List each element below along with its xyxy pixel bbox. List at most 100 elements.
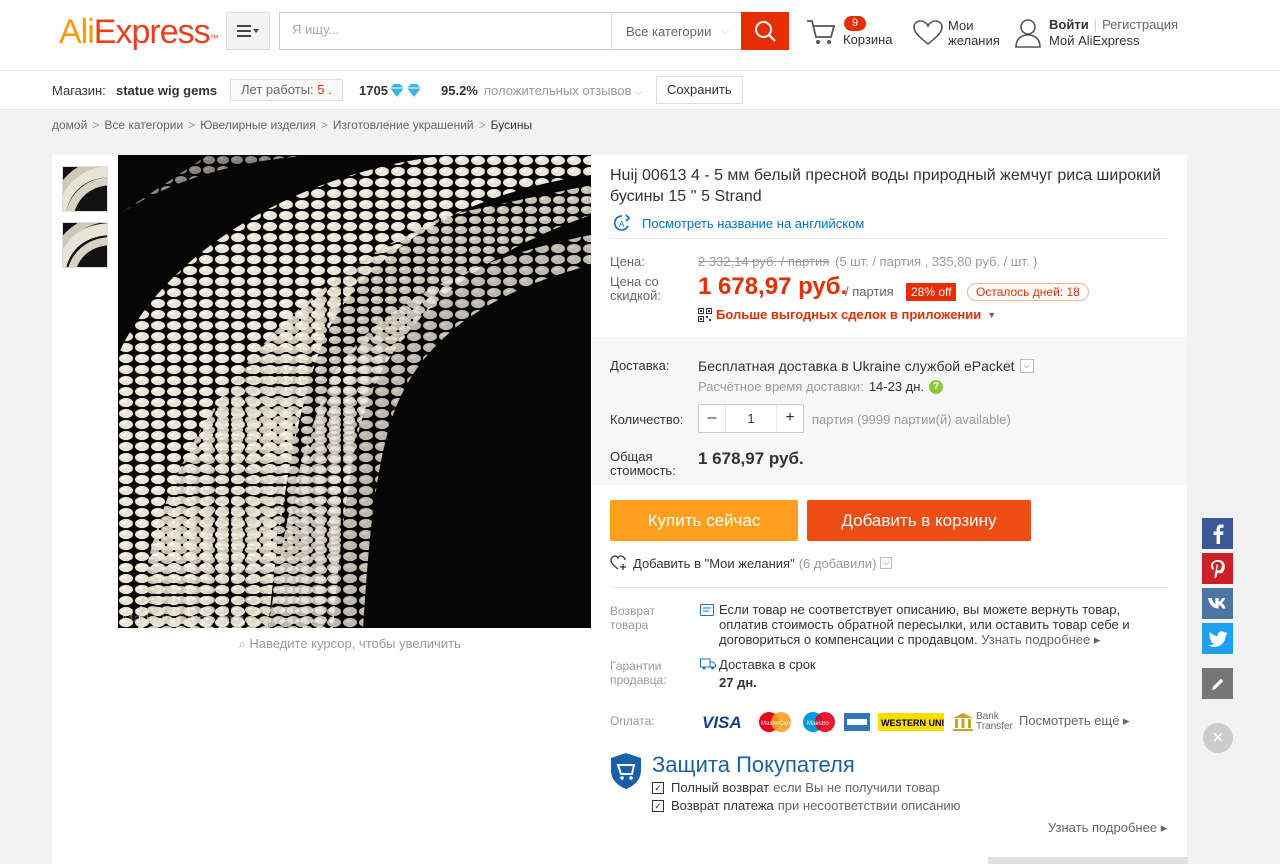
wishlist-link[interactable]: Мои желания [913, 16, 1013, 56]
my-aliexpress-link[interactable]: Мой AliExpress [1049, 33, 1140, 48]
feedback-dropdown[interactable]: положительных отзывов ⌵ [484, 83, 642, 98]
store-label: Магазин: [52, 83, 106, 98]
pinterest-icon [1210, 559, 1225, 578]
site-header: AliExpress™ Все категории ⌵ 9 Корзина Мо… [0, 0, 1280, 71]
price-label: Цена: [610, 254, 645, 269]
add-to-cart-button[interactable]: Добавить в корзину [807, 500, 1031, 541]
product-title: Huij 00613 4 - 5 мм белый пресной воды п… [610, 167, 1161, 205]
twitter-icon [1208, 630, 1227, 647]
quantity-note: партия (9999 партии(й) available) [812, 412, 1011, 427]
close-share-button[interactable]: × [1203, 723, 1233, 753]
bank-transfer-label: Bank Transfer [976, 712, 1013, 732]
buy-now-button[interactable]: Купить сейчас [610, 500, 798, 541]
wishlist-count: (6 добавили) [798, 555, 877, 571]
store-years-value: 5 . [317, 82, 332, 97]
search-input[interactable] [292, 22, 592, 37]
facebook-share-button[interactable] [1202, 518, 1233, 549]
maestro-icon: Maestro [803, 712, 835, 732]
chevron-down-icon: ⌵ [721, 25, 730, 37]
returns-text: Если товар не соответствует описанию, вы… [719, 602, 1139, 647]
search-box: Все категории ⌵ [279, 12, 741, 50]
buyer-protection-item: ✓ Полный возврат если Вы не получили тов… [652, 780, 940, 795]
buyer-protection-more-link[interactable]: Узнать подробнее ▸ [1048, 820, 1167, 836]
protection-item-text: при несоответствии описанию [777, 798, 961, 813]
aliexpress-logo[interactable]: AliExpress™ [59, 13, 219, 51]
thumbnail-strip [62, 166, 108, 278]
svg-text:MasterCard: MasterCard [761, 721, 792, 727]
translate-title-text: Посмотреть название на английском [642, 215, 865, 231]
eta-label: Расчётное время доставки: [698, 379, 864, 394]
western-union-text: WESTERN UNION [881, 718, 944, 728]
old-price-note: (5 шт. / партия , 335,80 руб. / шт. ) [835, 254, 1038, 269]
vk-share-button[interactable] [1202, 588, 1233, 619]
heart-icon [913, 20, 943, 46]
breadcrumb-jewelry-making[interactable]: Изготовление украшений [333, 118, 474, 132]
payment-label: Оплата: [610, 714, 655, 728]
check-icon: ✓ [652, 799, 664, 812]
breadcrumb-home[interactable]: домой [52, 118, 87, 132]
twitter-share-button[interactable] [1202, 623, 1233, 654]
translate-title-link[interactable]: A Посмотреть название на английском [610, 214, 864, 232]
hamburger-icon [237, 25, 259, 37]
save-store-button[interactable]: Сохранить [656, 76, 743, 104]
chevron-down-icon: ⌵ [880, 557, 893, 569]
category-select-value: Все категории [626, 23, 712, 39]
login-link[interactable]: Войти [1049, 17, 1089, 32]
pearl-thumbnail-image [63, 223, 107, 267]
divider [610, 587, 1168, 588]
shipping-service: службой ePacket [904, 358, 1015, 374]
discount-badge: 28% off [906, 283, 957, 301]
product-thumbnail[interactable] [62, 166, 108, 212]
edit-share-button[interactable] [1202, 668, 1233, 699]
product-main-image[interactable]: Made-in-China.com [118, 155, 591, 628]
payment-more-link[interactable]: Посмотреть ещё ▸ [1019, 713, 1130, 729]
pearl-thumbnail-image [63, 167, 107, 211]
heart-plus-icon [610, 555, 626, 570]
app-deals-link[interactable]: Больше выгодных сделок в приложении ▼ [698, 307, 996, 322]
returns-more-link[interactable]: Узнать подробнее ▸ [981, 632, 1100, 647]
mastercard-icon: MasterCard [759, 712, 792, 732]
delivery-estimate: Расчётное время доставки: 14-23 дн. ? [698, 379, 944, 394]
register-link[interactable]: Регистрация [1102, 17, 1178, 32]
check-icon: ✓ [652, 781, 664, 794]
app-deals-text: Больше выгодных сделок в приложении [716, 307, 982, 322]
cart-link[interactable]: 9 Корзина [806, 14, 906, 54]
pinterest-share-button[interactable] [1202, 553, 1233, 584]
svg-text:A: A [619, 220, 625, 229]
add-to-wishlist-link[interactable]: Добавить в "Мои желания" (6 добавили) ⌵ [610, 555, 893, 571]
buyer-protection-title: Защита Покупателя [652, 752, 855, 777]
category-menu-button[interactable] [226, 12, 270, 50]
payment-methods: VISA MasterCard Maestro WESTERN UNION Ba… [700, 710, 1013, 734]
image-watermark: Made-in-China.com [122, 610, 244, 626]
facebook-icon [1213, 524, 1224, 544]
category-select[interactable]: Все категории ⌵ [611, 13, 742, 49]
shipping-method-select[interactable]: Бесплатная доставка в Ukraine службой eP… [698, 358, 1034, 374]
search-button[interactable] [741, 12, 789, 50]
store-name-link[interactable]: statue wig gems [116, 83, 217, 98]
search-icon [755, 21, 776, 42]
store-bar: Магазин: statue wig gems Лет работы: 5 .… [0, 71, 1280, 110]
cart-icon [807, 20, 836, 44]
protection-item-title: Возврат платежа [671, 798, 774, 813]
total-label: Общая стоимость: [610, 449, 676, 478]
guarantee-days: 27 дн. [719, 675, 757, 690]
protection-item-text: если Вы не получили товар [773, 780, 940, 795]
returns-more-text: Узнать подробнее [981, 632, 1091, 647]
quantity-stepper: – 1 + [698, 404, 804, 433]
translate-icon: A [613, 214, 631, 231]
quantity-input[interactable]: 1 [725, 405, 777, 432]
divider [610, 238, 1168, 239]
feedback-label: положительных отзывов [484, 83, 632, 98]
increase-quantity-button[interactable]: + [777, 405, 803, 432]
user-icon [1015, 19, 1041, 48]
guarantee-text: Доставка в срок [719, 657, 816, 672]
decrease-quantity-button[interactable]: – [699, 405, 725, 432]
product-thumbnail[interactable] [62, 222, 108, 268]
help-icon[interactable]: ? [929, 379, 944, 394]
bank-transfer-line2: Transfer [976, 721, 1013, 732]
days-left-badge: Осталось дней: 18 [967, 283, 1089, 301]
chevron-down-icon: ⌵ [1019, 359, 1034, 373]
breadcrumb-all-categories[interactable]: Все категории [104, 118, 183, 132]
breadcrumb-beads[interactable]: Бусины [491, 118, 532, 132]
breadcrumb-jewelry[interactable]: Ювелирные изделия [200, 118, 316, 132]
